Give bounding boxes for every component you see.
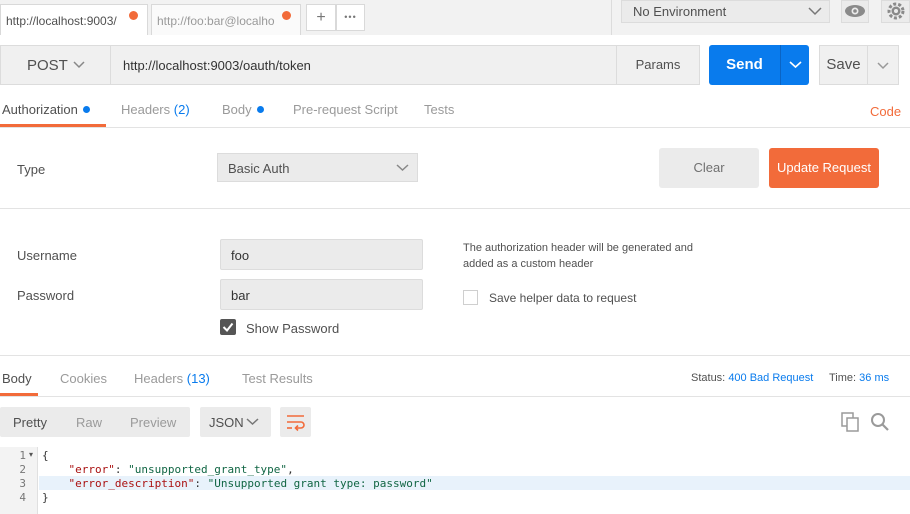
code-line: "error": "unsupported_grant_type",: [68, 463, 294, 476]
method-select[interactable]: POST: [0, 45, 111, 85]
environment-select[interactable]: No Environment: [621, 0, 830, 23]
generate-code-link[interactable]: Code: [870, 104, 901, 119]
divider: [0, 127, 910, 128]
code-line: "error_description": "Unsupported grant …: [68, 477, 433, 490]
copy-icon[interactable]: [841, 412, 860, 432]
response-tab-cookies[interactable]: Cookies: [60, 371, 107, 386]
tab-foo-bar[interactable]: http://foo:bar@localho: [151, 4, 301, 35]
auth-type-select[interactable]: Basic Auth: [217, 153, 418, 182]
divider: [611, 0, 612, 35]
raw-button[interactable]: Raw: [76, 415, 102, 430]
search-icon[interactable]: [870, 412, 890, 432]
fold-arrow-icon[interactable]: ▾: [29, 450, 33, 459]
send-button[interactable]: Send: [709, 45, 780, 85]
line-number: 1: [19, 449, 26, 462]
code-line: {: [42, 449, 49, 462]
tab-authorization[interactable]: Authorization: [2, 102, 90, 117]
settings-button[interactable]: [881, 0, 910, 23]
unsaved-dot-icon: [282, 11, 291, 20]
method-label: POST: [27, 57, 68, 74]
wrap-lines-icon: [287, 415, 305, 432]
tab-body[interactable]: Body: [222, 102, 264, 117]
password-label: Password: [17, 288, 75, 303]
chevron-down-icon: [73, 61, 85, 69]
divider: [0, 396, 910, 397]
code-line: }: [42, 491, 49, 504]
show-password-label: Show Password: [246, 321, 340, 336]
tab-prerequest-script[interactable]: Pre-request Script: [293, 102, 398, 117]
send-options-button[interactable]: [780, 45, 809, 85]
password-input[interactable]: bar: [220, 279, 423, 310]
username-input[interactable]: foo: [220, 239, 423, 270]
save-options-button[interactable]: [868, 45, 899, 85]
checkmark-icon: [222, 322, 234, 333]
chevron-down-icon: [396, 164, 409, 172]
params-button[interactable]: Params: [617, 45, 700, 85]
username-label: Username: [17, 248, 77, 263]
unsaved-dot-icon: [129, 11, 138, 20]
preview-button[interactable]: Preview: [130, 415, 176, 430]
tab-headers[interactable]: Headers (2): [121, 102, 190, 117]
response-status: Status: 400 Bad Request: [691, 372, 814, 384]
chevron-down-icon: [808, 7, 822, 16]
line-number: 4: [19, 491, 26, 504]
divider: [0, 355, 910, 356]
modified-dot-icon: [256, 106, 264, 113]
wrap-lines-button[interactable]: [280, 407, 311, 437]
pretty-button[interactable]: Pretty: [13, 415, 47, 430]
auth-header-note: The authorization header will be generat…: [463, 242, 693, 270]
divider: [0, 208, 910, 209]
gear-icon: [887, 2, 905, 20]
update-request-button[interactable]: Update Request: [769, 148, 879, 188]
response-time: Time: 36 ms: [829, 372, 890, 384]
response-tab-body[interactable]: Body: [2, 371, 32, 386]
show-password-checkbox[interactable]: [220, 319, 236, 335]
clear-button[interactable]: Clear: [659, 148, 759, 188]
environment-quick-look-button[interactable]: [841, 0, 869, 23]
save-helper-label: Save helper data to request: [489, 291, 637, 305]
line-number: 3: [19, 477, 26, 490]
new-tab-button[interactable]: +: [306, 4, 336, 31]
chevron-down-icon: [877, 62, 889, 70]
line-number: 2: [19, 463, 26, 476]
response-tab-headers[interactable]: Headers (13): [134, 371, 210, 386]
modified-dot-icon: [82, 106, 90, 113]
url-input[interactable]: http://localhost:9003/oauth/token: [111, 45, 617, 85]
eye-icon: [845, 5, 865, 17]
save-helper-checkbox[interactable]: [463, 290, 478, 305]
format-select[interactable]: JSON: [200, 407, 271, 437]
type-label: Type: [17, 162, 46, 177]
response-tab-test-results[interactable]: Test Results: [242, 371, 313, 386]
more-tabs-button[interactable]: •••: [336, 4, 365, 31]
chevron-down-icon: [789, 61, 802, 69]
tab-tests[interactable]: Tests: [424, 102, 454, 117]
tab-label: http://foo:bar@localho: [157, 14, 275, 28]
chevron-down-icon: [246, 418, 259, 426]
environment-label: No Environment: [633, 4, 727, 19]
tab-label: http://localhost:9003/: [6, 14, 117, 28]
tab-localhost[interactable]: http://localhost:9003/: [0, 4, 148, 35]
save-button[interactable]: Save: [819, 45, 868, 85]
